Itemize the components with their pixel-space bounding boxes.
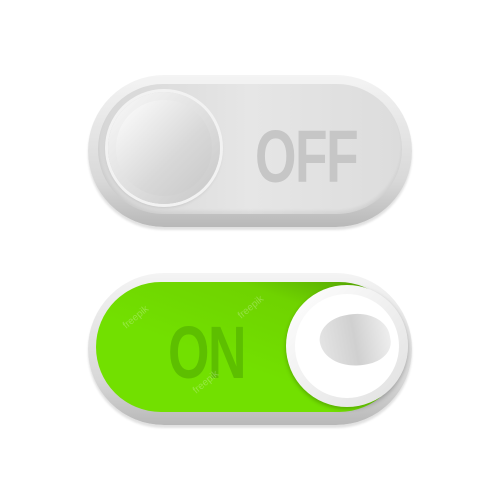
knob-face bbox=[295, 294, 399, 398]
knob-face bbox=[116, 100, 212, 196]
toggle-knob-off[interactable] bbox=[108, 92, 220, 204]
toggle-switch-on[interactable]: ON freepik freepik freepik bbox=[88, 273, 412, 425]
toggle-track-off: OFF bbox=[98, 84, 402, 214]
watermark: freepik bbox=[120, 303, 152, 332]
toggle-switch-off[interactable]: OFF bbox=[88, 75, 412, 227]
toggle-knob-on[interactable] bbox=[286, 285, 408, 407]
toggle-track-on: ON freepik freepik freepik bbox=[96, 282, 408, 412]
toggle-label-off: OFF bbox=[255, 115, 359, 198]
knob-highlight bbox=[316, 308, 394, 372]
watermark: freepik bbox=[235, 293, 267, 322]
